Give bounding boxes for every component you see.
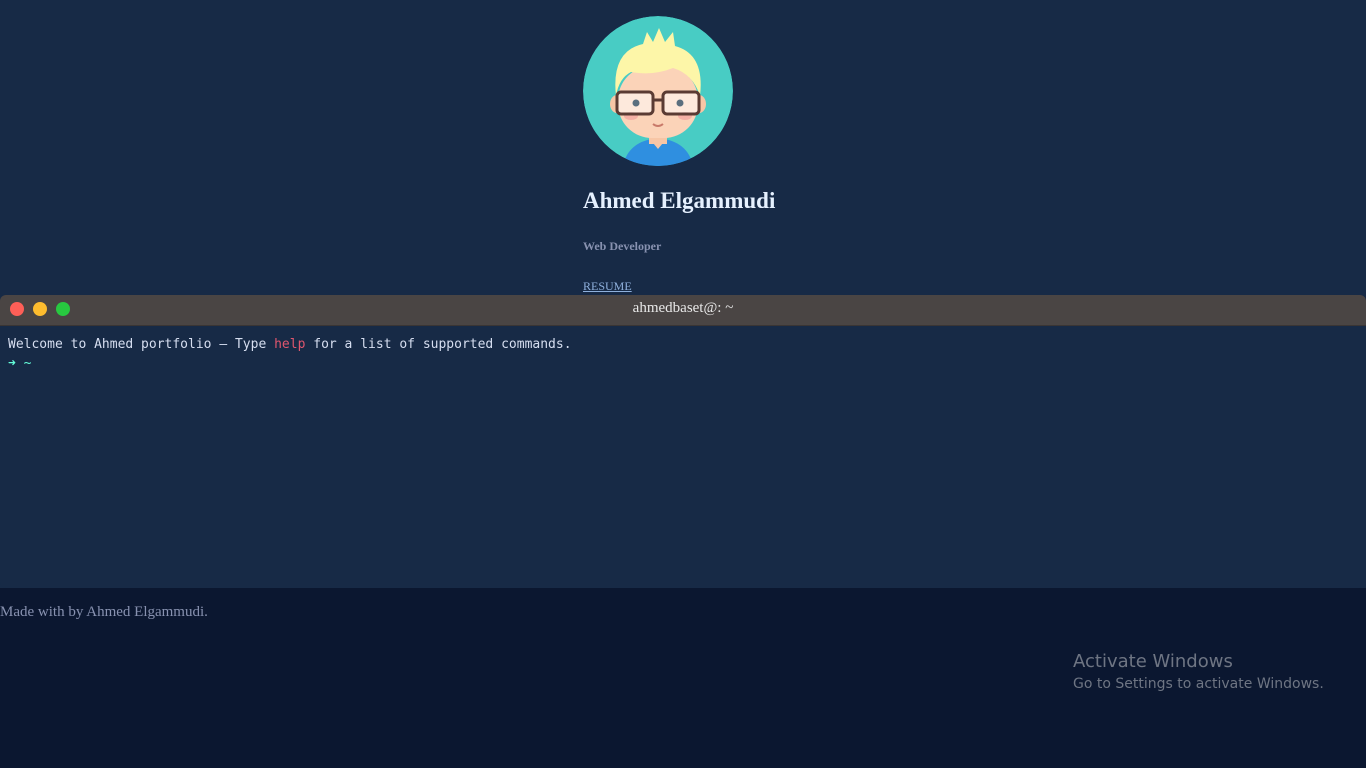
page: Ahmed Elgammudi Web Developer RESUME ahm… bbox=[0, 0, 1366, 768]
prompt-path: ~ bbox=[23, 356, 32, 371]
terminal-body[interactable]: Welcome to Ahmed portfolio — Type help f… bbox=[0, 326, 1366, 382]
watermark-title: Activate Windows bbox=[1073, 651, 1233, 672]
terminal-window[interactable]: ahmedbaset@: ~ Welcome to Ahmed portfoli… bbox=[0, 295, 1366, 588]
welcome-prefix: Welcome to Ahmed portfolio — Type bbox=[8, 337, 275, 352]
activate-windows-watermark: Activate Windows Go to Settings to activ… bbox=[1073, 650, 1324, 694]
terminal-title: ahmedbaset@: ~ bbox=[632, 300, 734, 316]
watermark-subtitle: Go to Settings to activate Windows. bbox=[1073, 676, 1324, 692]
help-command: help bbox=[274, 337, 306, 352]
profile-avatar-wrapper bbox=[583, 16, 733, 166]
footer-text: Made with by Ahmed Elgammudi. bbox=[0, 604, 208, 620]
avatar-icon bbox=[583, 16, 733, 166]
prompt-arrow-icon: ➜ bbox=[8, 356, 16, 371]
profile-role: Web Developer bbox=[583, 239, 662, 253]
profile-name: Ahmed Elgammudi bbox=[583, 188, 776, 213]
welcome-line: Welcome to Ahmed portfolio — Type help f… bbox=[8, 335, 1358, 354]
terminal-titlebar: ahmedbaset@: ~ bbox=[0, 295, 1366, 326]
welcome-suffix: for a list of supported commands. bbox=[305, 337, 572, 352]
prompt-line[interactable]: ➜ ~ bbox=[8, 354, 1358, 373]
resume-link[interactable]: RESUME bbox=[583, 279, 632, 294]
